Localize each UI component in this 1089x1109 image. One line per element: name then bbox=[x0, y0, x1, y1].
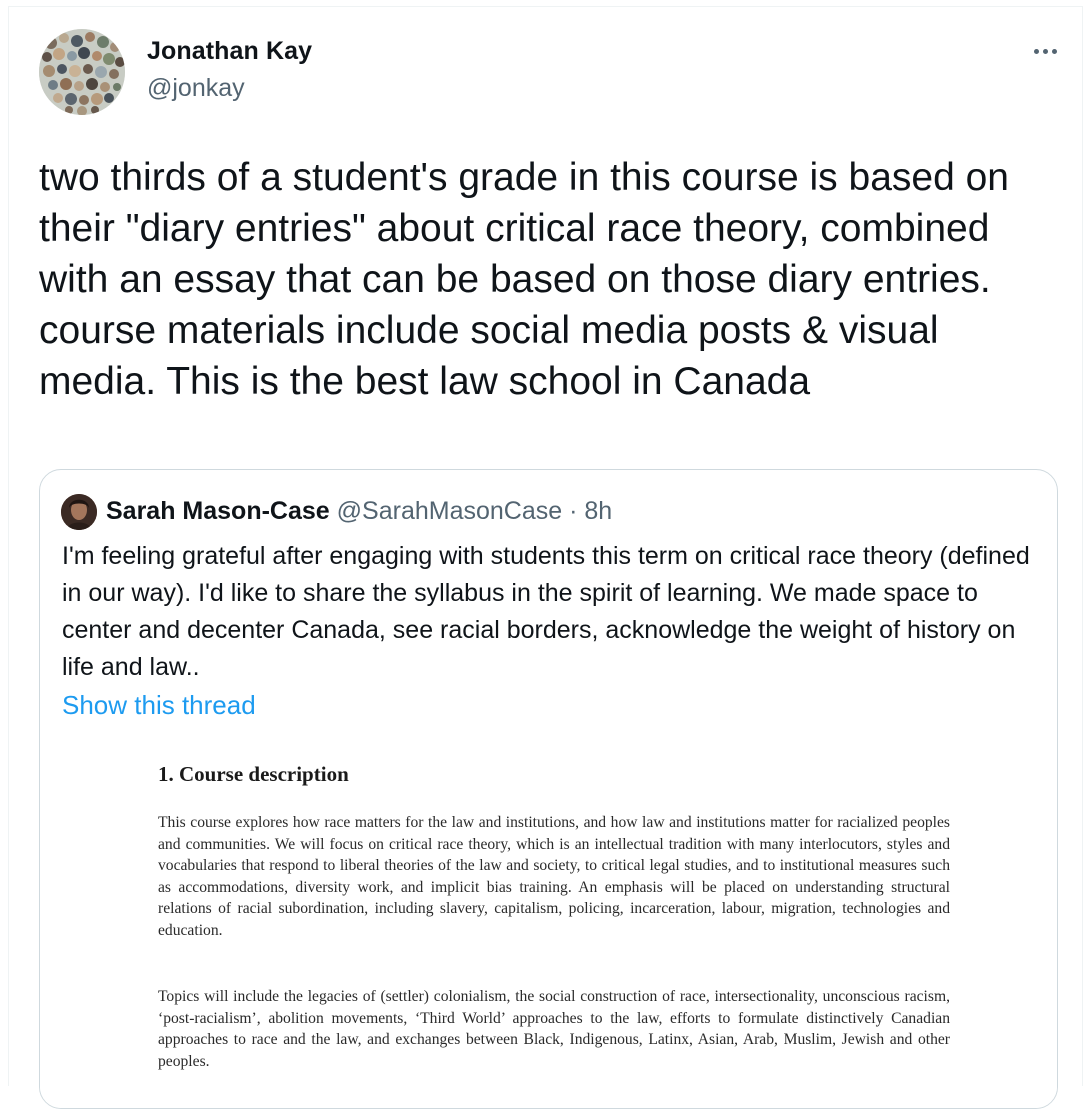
quoted-tweet-header: Sarah Mason-Case @SarahMasonCase · 8h bbox=[106, 497, 612, 526]
document-heading: 1. Course description bbox=[158, 762, 349, 786]
quoted-tweet-timestamp[interactable]: 8h bbox=[584, 497, 612, 525]
author-avatar[interactable] bbox=[39, 29, 125, 115]
syllabus-image[interactable]: 1. Course description This course explor… bbox=[40, 740, 1057, 1108]
document-paragraph: This course explores how race matters fo… bbox=[158, 814, 950, 939]
author-name[interactable]: Jonathan Kay bbox=[147, 37, 312, 66]
tweet: Jonathan Kay @jonkay two thirds of a stu… bbox=[8, 6, 1083, 1109]
quoted-author-handle[interactable]: @SarahMasonCase bbox=[337, 497, 563, 525]
quoted-author-name[interactable]: Sarah Mason-Case bbox=[106, 497, 330, 525]
tweet-text: two thirds of a student's grade in this … bbox=[39, 156, 1020, 403]
more-horizontal-icon-dot bbox=[1051, 48, 1057, 54]
quoted-tweet[interactable]: Sarah Mason-Case @SarahMasonCase · 8h I'… bbox=[39, 469, 1058, 1109]
quoted-author-avatar[interactable] bbox=[61, 494, 97, 530]
more-horizontal-icon bbox=[1033, 48, 1039, 54]
show-thread-link[interactable]: Show this thread bbox=[62, 690, 256, 721]
separator-dot: · bbox=[569, 497, 578, 525]
quoted-tweet-text: I'm feeling grateful after engaging with… bbox=[62, 542, 1030, 681]
author-handle[interactable]: @jonkay bbox=[147, 74, 245, 103]
more-options-button[interactable] bbox=[1022, 33, 1068, 69]
document-paragraph: Topics will include the legacies of (set… bbox=[158, 988, 950, 1070]
mosaic-collage-icon bbox=[39, 29, 125, 115]
profile-photo-icon bbox=[61, 494, 97, 530]
more-horizontal-icon-dot bbox=[1042, 48, 1048, 54]
